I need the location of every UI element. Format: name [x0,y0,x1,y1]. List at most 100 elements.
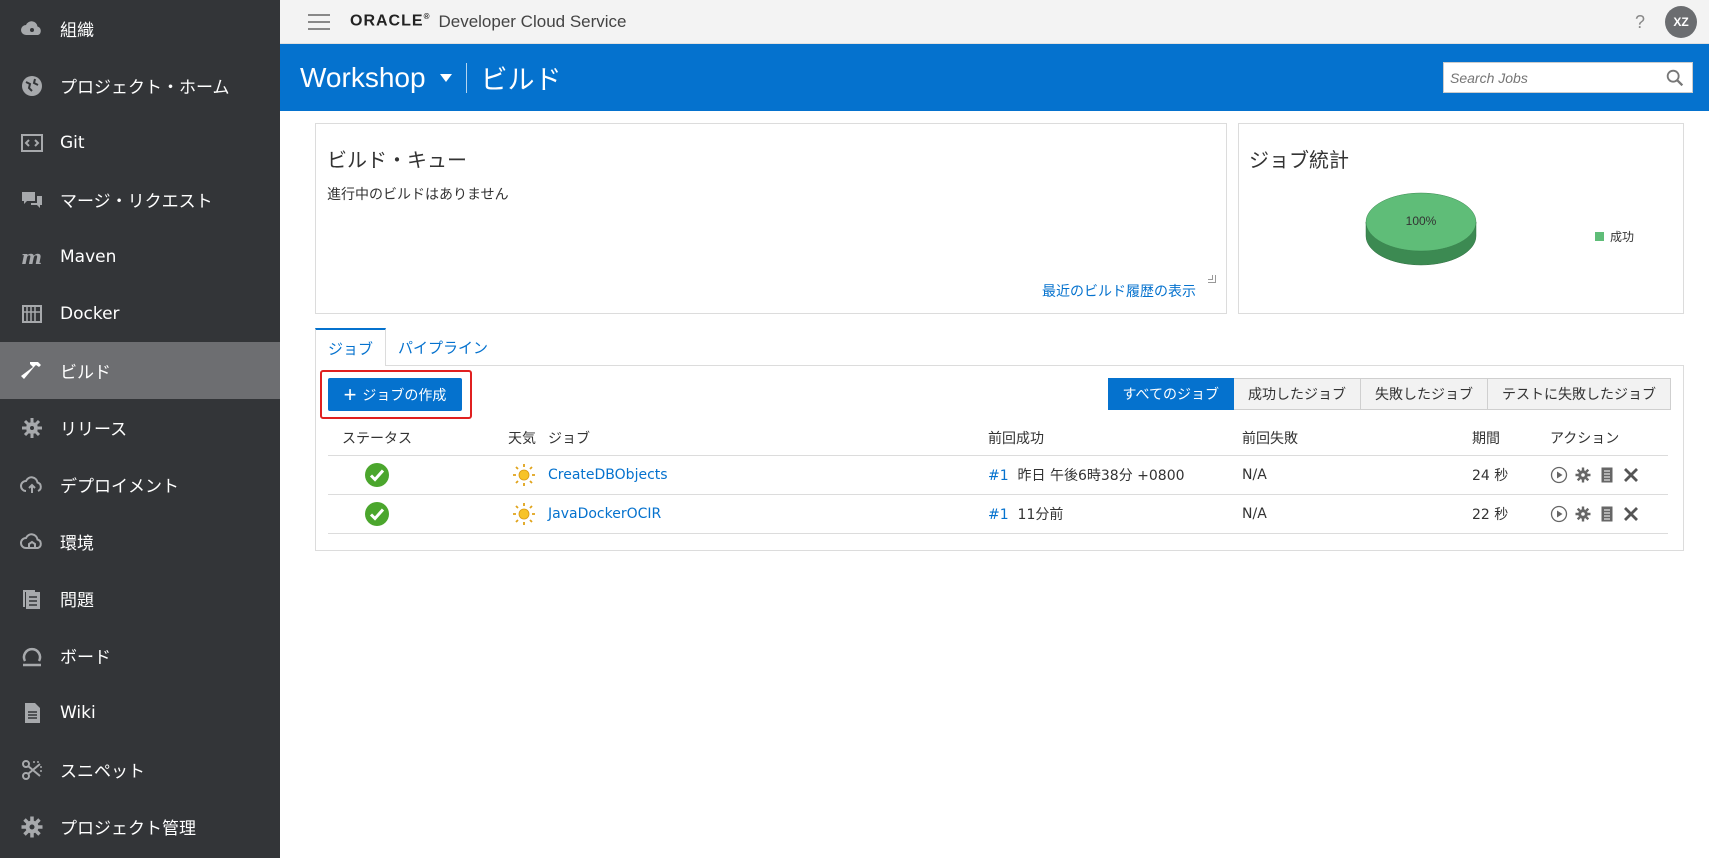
project-bar: Workshop ビルド [280,44,1709,111]
sidebar-item-docker[interactable]: Docker [0,285,280,342]
status-cell [328,494,478,534]
sidebar-item-maven[interactable]: m Maven [0,228,280,285]
last-failure-cell: N/A [1242,455,1472,495]
issues-icon [20,587,44,611]
sidebar-item-merge-requests[interactable]: マージ・リクエスト [0,171,280,228]
sidebar-item-deployments[interactable]: デプロイメント [0,456,280,513]
job-stats-title: ジョブ統計 [1249,148,1349,172]
sidebar-item-build[interactable]: ビルド [0,342,280,399]
column-header-last-failure[interactable]: 前回失敗 [1242,421,1472,456]
sidebar-item-label: 問題 [60,591,94,611]
filter-failed-jobs[interactable]: 失敗したジョブ [1361,378,1488,410]
job-filter-group: すべてのジョブ 成功したジョブ 失敗したジョブ テストに失敗したジョブ [1107,378,1671,410]
sidebar-item-project-home[interactable]: プロジェクト・ホーム [0,57,280,114]
sidebar-item-issues[interactable]: 問題 [0,570,280,627]
oracle-logo: ORACLE® [350,12,431,30]
job-name-cell: CreateDBObjects [548,455,988,495]
tab-pipelines[interactable]: パイプライン [386,328,500,366]
duration-cell: 24 秒 [1472,455,1550,495]
column-header-job[interactable]: ジョブ [548,421,988,456]
job-name-cell: JavaDockerOCIR [548,494,988,534]
job-link[interactable]: CreateDBObjects [548,467,668,483]
column-header-status[interactable]: ステータス [328,421,478,456]
filter-all-jobs[interactable]: すべてのジョブ [1107,378,1234,410]
delete-icon[interactable] [1622,466,1640,484]
sidebar-item-snippets[interactable]: スニペット [0,741,280,798]
registered-mark: ® [423,12,431,22]
chat-icon [20,188,44,212]
last-success-time: 昨日 午後6時38分 +0800 [1017,467,1185,484]
last-success-time: 11分前 [1017,506,1064,523]
last-success-cell: #1 11分前 [988,494,1242,534]
column-header-weather[interactable]: 天気 [478,421,548,456]
weather-cell [478,455,548,495]
sidebar-item-label: マージ・リクエスト [60,192,213,212]
sidebar-item-boards[interactable]: ボード [0,627,280,684]
last-success-cell: #1 昨日 午後6時38分 +0800 [988,455,1242,495]
search-icon[interactable] [1664,67,1686,89]
sidebar-item-label: 組織 [60,21,94,41]
success-check-icon [365,501,389,526]
sidebar-item-label: 環境 [60,534,94,554]
filter-succeeded-jobs[interactable]: 成功したジョブ [1234,378,1361,410]
play-icon[interactable] [1550,505,1568,523]
scissors-icon [20,758,44,782]
project-name[interactable]: Workshop [300,62,426,94]
divider [465,62,467,93]
menu-icon[interactable] [308,13,330,30]
top-header: ORACLE® Developer Cloud Service ? XZ [280,0,1709,44]
build-history-link[interactable]: 最近のビルド履歴の表示 [1042,281,1196,301]
actions-cell [1550,455,1668,495]
actions-cell [1550,494,1668,534]
sidebar-item-label: デプロイメント [60,477,179,497]
sidebar-item-git[interactable]: Git [0,114,280,171]
sidebar-item-label: ビルド [60,363,111,383]
build-number-link[interactable]: #1 [988,507,1009,523]
sidebar-item-environments[interactable]: 環境 [0,513,280,570]
build-number-link[interactable]: #1 [988,468,1009,484]
sidebar-item-label: スニペット [60,762,145,782]
docker-icon [20,302,44,326]
build-queue-empty-message: 進行中のビルドはありません [327,187,509,203]
sidebar-item-organization[interactable]: 組織 [0,0,280,57]
resize-handle-icon[interactable] [1208,275,1216,283]
filter-test-failed-jobs[interactable]: テストに失敗したジョブ [1488,378,1671,410]
chevron-down-icon[interactable] [439,73,452,82]
create-job-button[interactable]: + ジョブの作成 [328,378,462,411]
sidebar-item-label: プロジェクト・ホーム [60,78,230,98]
job-stats-pie-chart: 100% [1365,192,1477,266]
gear-icon[interactable] [1574,505,1592,523]
search-jobs-box [1443,62,1693,93]
search-input[interactable] [1444,69,1664,86]
table-row: JavaDockerOCIR #1 11分前 N/A 22 秒 [328,494,1668,534]
job-link[interactable]: JavaDockerOCIR [548,506,661,522]
delete-icon[interactable] [1622,505,1640,523]
log-icon[interactable] [1598,466,1616,484]
gear-icon[interactable] [1574,466,1592,484]
avatar[interactable]: XZ [1665,6,1697,38]
column-header-last-success[interactable]: 前回成功 [988,421,1242,456]
sidebar-item-label: リリース [60,420,128,440]
code-icon [20,131,44,155]
cloud-home-icon [20,530,44,554]
sidebar-item-label: ボード [60,648,111,668]
chart-legend: 成功 [1595,228,1634,245]
sidebar-item-project-admin[interactable]: プロジェクト管理 [0,798,280,855]
pie-label: 100% [1406,214,1437,228]
sidebar-item-releases[interactable]: リリース [0,399,280,456]
highlight-box: + ジョブの作成 [320,370,472,419]
sidebar-item-wiki[interactable]: Wiki [0,684,280,741]
legend-swatch [1595,232,1604,241]
maven-icon: m [20,245,44,269]
sidebar-item-label: Maven [60,246,117,267]
globe-icon [20,74,44,98]
product-name: Developer Cloud Service [438,11,627,31]
board-icon [20,644,44,668]
hammer-icon [20,359,44,383]
cloud-upload-icon [20,473,44,497]
play-icon[interactable] [1550,466,1568,484]
tab-jobs[interactable]: ジョブ [315,328,387,366]
column-header-duration[interactable]: 期間 [1472,421,1550,456]
help-icon[interactable]: ? [1635,12,1645,33]
log-icon[interactable] [1598,505,1616,523]
